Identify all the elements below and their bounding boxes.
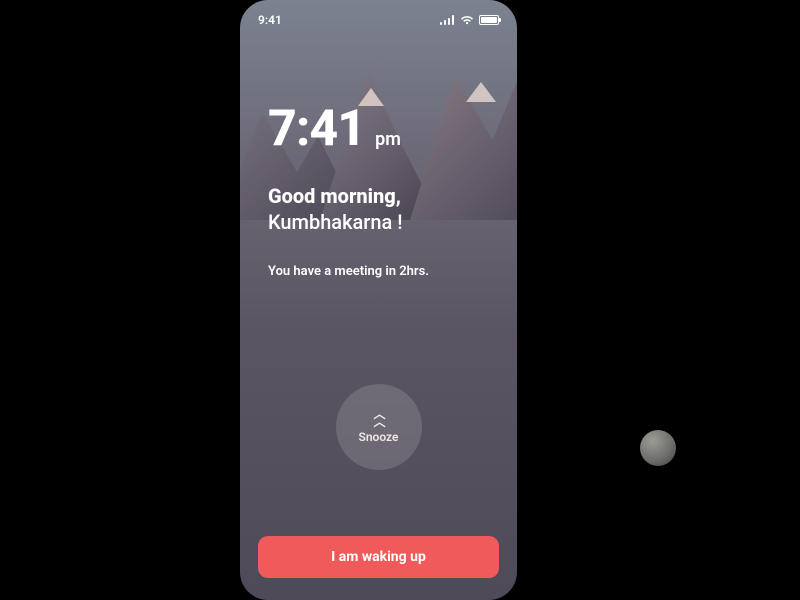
chevron-up-double-icon: ︿︿ — [373, 410, 383, 426]
greeting-line2: Kumbhakarna ! — [268, 210, 489, 234]
signal-icon — [440, 15, 455, 25]
battery-icon — [479, 15, 499, 25]
clock-ampm: pm — [375, 129, 401, 150]
decorative-orb — [640, 430, 676, 466]
snooze-button[interactable]: ︿︿ Snooze — [336, 384, 422, 470]
greeting-line1: Good morning, — [268, 184, 489, 208]
wifi-icon — [460, 15, 474, 25]
snooze-label: Snooze — [359, 430, 399, 444]
greeting: Good morning, Kumbhakarna ! — [268, 184, 489, 234]
snooze-wrap: ︿︿ Snooze — [336, 384, 422, 470]
phone-screen: 9:41 7:41 pm Good morning, Kumbhakarna !… — [240, 0, 517, 600]
clock-time: 7:41 — [268, 100, 365, 158]
stage: 9:41 7:41 pm Good morning, Kumbhakarna !… — [0, 0, 800, 600]
status-bar: 9:41 — [240, 10, 517, 30]
meeting-note: You have a meeting in 2hrs. — [268, 264, 489, 279]
wake-up-button[interactable]: I am waking up — [258, 536, 499, 578]
clock: 7:41 pm — [268, 100, 489, 158]
status-right — [440, 15, 499, 25]
wake-up-label: I am waking up — [331, 549, 426, 565]
content: 7:41 pm Good morning, Kumbhakarna ! You … — [240, 0, 517, 600]
status-time: 9:41 — [258, 13, 282, 27]
